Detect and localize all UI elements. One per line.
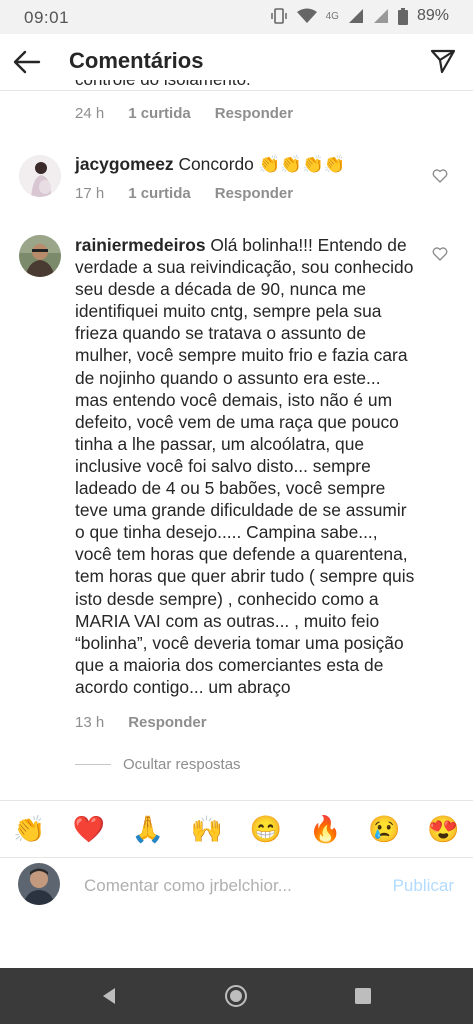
avatar[interactable] <box>19 155 61 197</box>
nav-back-icon[interactable] <box>97 984 121 1008</box>
emoji-quick-bar: 👏 ❤️ 🙏 🙌 😁 🔥 😢 😍 <box>0 800 473 858</box>
nav-home-icon[interactable] <box>224 984 248 1008</box>
wifi-icon <box>296 8 317 23</box>
comment-body: jacygomeez Concordo 👏👏👏👏 <box>75 153 415 175</box>
comment-body: rainiermedeiros Olá bolinha!!! Entendo d… <box>75 234 415 698</box>
comment-meta: 13 h Responder <box>75 714 207 731</box>
vibrate-icon <box>270 8 287 24</box>
likes-count[interactable]: 1 curtida <box>128 105 191 122</box>
status-bar: 09:01 4G 89% <box>0 0 473 34</box>
emoji-cry[interactable]: 😢 <box>368 814 400 845</box>
signal-icon <box>373 9 388 23</box>
signal-icon <box>348 9 363 23</box>
emoji-grin[interactable]: 😁 <box>250 814 282 845</box>
back-arrow-icon[interactable] <box>12 48 42 76</box>
status-time: 09:01 <box>24 8 70 27</box>
divider <box>75 764 111 765</box>
comment-clipped-text: controle do isolamento. <box>75 80 251 90</box>
comment-time: 13 h <box>75 714 105 731</box>
reply-button[interactable]: Responder <box>128 714 206 731</box>
like-heart-icon[interactable] <box>432 246 448 262</box>
reply-button[interactable]: Responder <box>215 185 293 202</box>
emoji-raised-hands[interactable]: 🙌 <box>191 814 223 845</box>
comment-time: 17 h <box>75 185 105 202</box>
status-icons: 4G 89% <box>270 7 449 25</box>
emoji-heart[interactable]: ❤️ <box>73 814 105 845</box>
battery-level: 89% <box>416 7 449 24</box>
network-type: 4G <box>325 10 339 22</box>
comment-composer: Comentar como jrbelchior... Publicar <box>0 857 473 913</box>
publish-button[interactable]: Publicar <box>393 876 454 896</box>
battery-icon <box>397 7 408 25</box>
emoji-fire[interactable]: 🔥 <box>309 814 341 845</box>
emoji-heart-eyes[interactable]: 😍 <box>427 814 459 845</box>
comment-text: Olá bolinha!!! Entendo de verdade a sua … <box>75 235 415 697</box>
hide-replies-label: Ocultar respostas <box>123 756 241 773</box>
nav-recents-icon[interactable] <box>351 984 375 1008</box>
comment-text: Concordo 👏👏👏👏 <box>178 154 346 174</box>
comment-time: 24 h <box>75 105 105 122</box>
comment-username[interactable]: jacygomeez <box>75 154 174 174</box>
send-icon[interactable] <box>429 47 457 75</box>
like-heart-icon[interactable] <box>432 168 448 184</box>
hide-replies-button[interactable]: Ocultar respostas <box>75 756 241 773</box>
avatar <box>18 863 60 905</box>
comment-username[interactable]: rainiermedeiros <box>75 235 206 255</box>
comment-meta: 24 h 1 curtida Responder <box>75 105 293 122</box>
reply-button[interactable]: Responder <box>215 105 293 122</box>
emoji-clap[interactable]: 👏 <box>13 814 45 845</box>
page-title: Comentários <box>69 48 204 73</box>
emoji-pray[interactable]: 🙏 <box>132 814 164 845</box>
system-nav-bar <box>0 968 473 1024</box>
avatar[interactable] <box>19 235 61 277</box>
comment-input[interactable]: Comentar como jrbelchior... <box>84 876 292 896</box>
comment-meta: 17 h 1 curtida Responder <box>75 185 293 202</box>
likes-count[interactable]: 1 curtida <box>128 185 191 202</box>
